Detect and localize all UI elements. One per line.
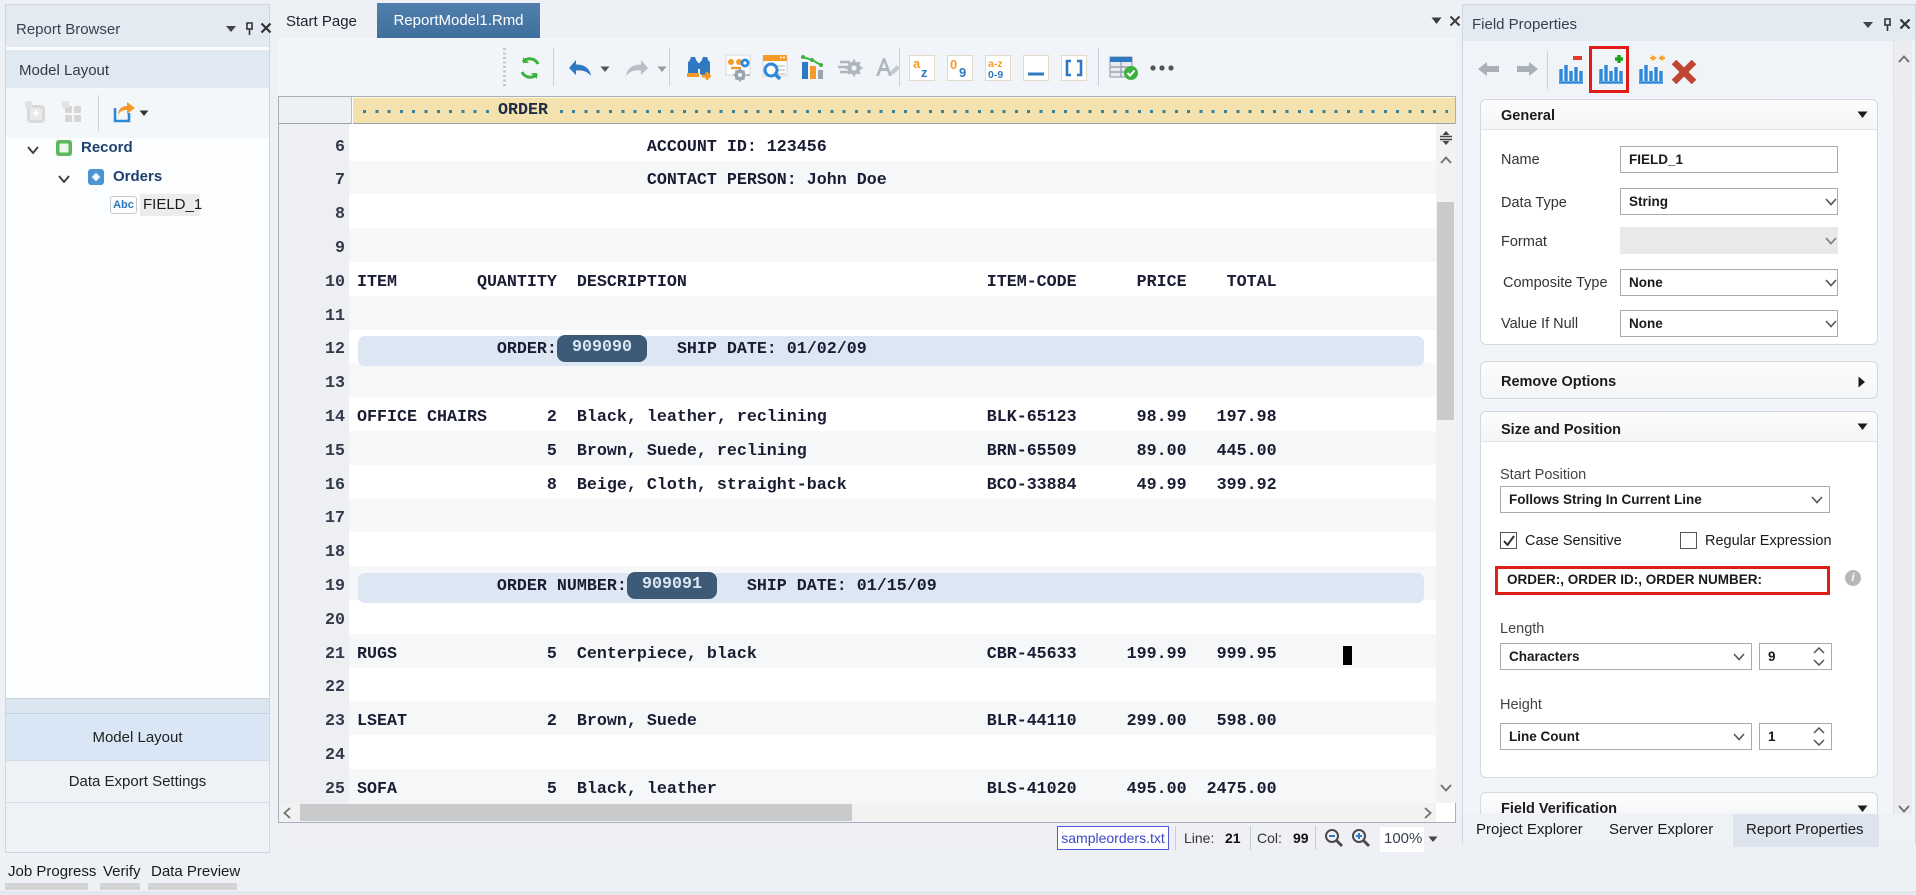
svg-text:z: z — [921, 65, 928, 80]
svg-text:9: 9 — [959, 65, 966, 80]
svg-text:0: 0 — [950, 57, 957, 72]
svg-text:0-9: 0-9 — [988, 69, 1003, 81]
svg-text:a: a — [913, 56, 921, 71]
